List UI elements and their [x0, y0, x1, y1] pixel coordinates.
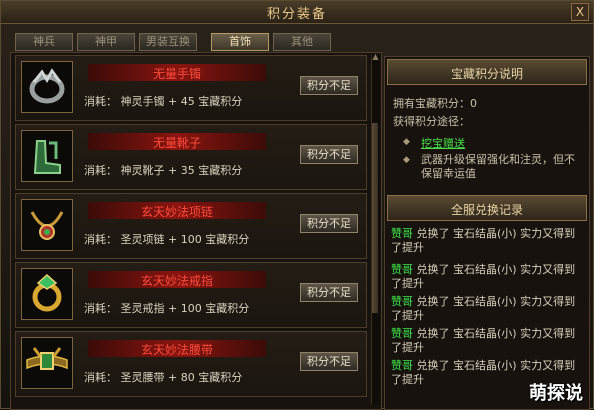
log-entry: 赞哥 兑换了 宝石结晶(小) 实力又得到了提升 [391, 327, 577, 355]
item-cost: 消耗： 神灵靴子 + 35 宝藏积分 [84, 164, 243, 177]
belt-icon [21, 337, 73, 389]
scrollbar-thumb[interactable] [372, 123, 378, 313]
bullet-icon: ◆ [403, 137, 410, 147]
item-name: 玄天妙法戒指 [140, 274, 213, 288]
tab-armor[interactable]: 神甲 [77, 33, 135, 51]
points-line: 拥有宝藏积分：0 [393, 97, 477, 110]
item-list: 无量手镯 消耗： 神灵手镯 + 45 宝藏积分 积分不足 无量靴子 消耗： 神灵… [10, 52, 382, 410]
boots-icon [21, 130, 73, 182]
log-text: 兑换了 宝石结晶(小) 实力又得到了提升 [391, 263, 576, 290]
exchange-button[interactable]: 积分不足 [300, 352, 358, 371]
log-entry: 赞哥 兑换了 宝石结晶(小) 实力又得到了提升 [391, 295, 577, 323]
tab-jewelry[interactable]: 首饰 [211, 33, 269, 51]
list-item: 无量手镯 消耗： 神灵手镯 + 45 宝藏积分 积分不足 [15, 55, 367, 121]
bracelet-icon [21, 61, 73, 113]
list-item: 无量靴子 消耗： 神灵靴子 + 35 宝藏积分 积分不足 [15, 124, 367, 190]
exchange-window: 积分装备 X 神兵 神甲 男装互换 首饰 其他 无量手镯 消耗： 神灵手镯 + … [0, 0, 594, 410]
watermark-logo: 萌探说 [529, 383, 583, 404]
list-item: 玄天妙法腰带 消耗： 圣灵腰带 + 80 宝藏积分 积分不足 [15, 331, 367, 397]
item-cost: 消耗： 神灵手镯 + 45 宝藏积分 [84, 95, 243, 108]
log-entry: 赞哥 兑换了 宝石结晶(小) 实力又得到了提升 [391, 227, 577, 255]
item-cost: 消耗： 圣灵项链 + 100 宝藏积分 [84, 233, 250, 246]
log-title: 全服兑换记录 [450, 203, 523, 217]
item-cost: 消耗： 圣灵腰带 + 80 宝藏积分 [84, 371, 243, 384]
log-user: 赞哥 [391, 359, 413, 372]
item-name: 玄天妙法腰带 [140, 343, 213, 357]
info-title: 宝藏积分说明 [450, 67, 523, 81]
log-text: 兑换了 宝石结晶(小) 实力又得到了提升 [391, 227, 576, 254]
item-name: 玄天妙法项链 [140, 205, 213, 219]
item-name: 无量靴子 [152, 136, 201, 150]
item-name: 无量手镯 [152, 67, 201, 81]
log-user: 赞哥 [391, 227, 413, 240]
ring-icon [21, 268, 73, 320]
necklace-icon [21, 199, 73, 251]
log-user: 赞哥 [391, 295, 413, 308]
list-item: 玄天妙法戒指 消耗： 圣灵戒指 + 100 宝藏积分 积分不足 [15, 262, 367, 328]
exchange-button[interactable]: 积分不足 [300, 76, 358, 95]
dig-treasure-link[interactable]: 挖宝赠送 [421, 135, 465, 151]
log-text: 兑换了 宝石结晶(小) 实力又得到了提升 [391, 327, 576, 354]
log-entry: 赞哥 兑换了 宝石结晶(小) 实力又得到了提升 [391, 263, 577, 291]
window-title: 积分装备 [266, 7, 327, 22]
exchange-button[interactable]: 积分不足 [300, 214, 358, 233]
list-item: 玄天妙法项链 消耗： 圣灵项链 + 100 宝藏积分 积分不足 [15, 193, 367, 259]
way-upgrade-text: 武器升级保留强化和注灵，但不保留幸运值 [421, 153, 575, 180]
info-panel: 宝藏积分说明 拥有宝藏积分：0 获得积分途径： ◆ 挖宝赠送 ◆ 武器升级保留强… [384, 56, 590, 410]
exchange-button[interactable]: 积分不足 [300, 145, 358, 164]
info-header: 宝藏积分说明 [387, 59, 587, 85]
item-cost: 消耗： 圣灵戒指 + 100 宝藏积分 [84, 302, 250, 315]
exchange-button[interactable]: 积分不足 [300, 283, 358, 302]
log-header: 全服兑换记录 [387, 195, 587, 221]
scroll-up-icon[interactable]: ▲ [371, 53, 380, 61]
ways-label: 获得积分途径： [393, 115, 470, 128]
log-user: 赞哥 [391, 327, 413, 340]
log-text: 兑换了 宝石结晶(小) 实力又得到了提升 [391, 295, 576, 322]
tab-gear-swap[interactable]: 男装互换 [139, 33, 197, 51]
tab-weapons[interactable]: 神兵 [15, 33, 73, 51]
tab-other[interactable]: 其他 [273, 33, 331, 51]
close-button[interactable]: X [571, 3, 589, 21]
log-user: 赞哥 [391, 263, 413, 276]
title-bar: 积分装备 X [1, 1, 593, 24]
bullet-icon: ◆ [403, 155, 410, 165]
